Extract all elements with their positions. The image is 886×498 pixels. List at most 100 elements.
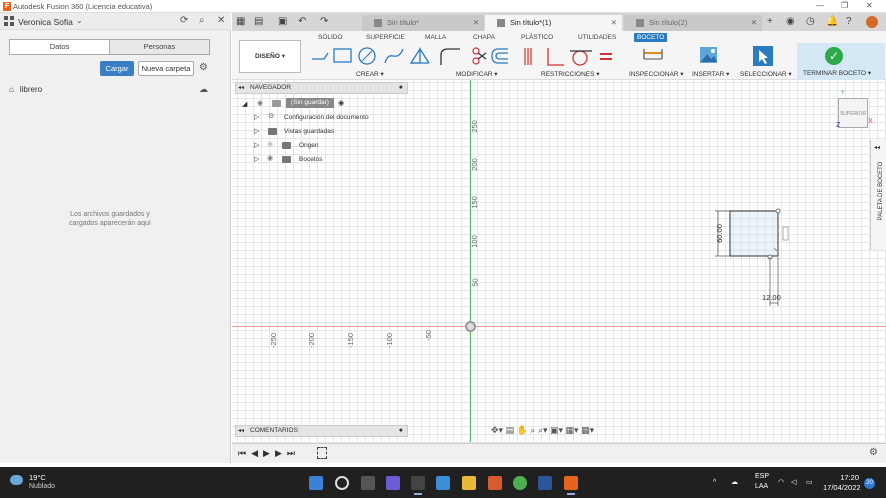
redo-icon[interactable]: ↷ bbox=[320, 16, 328, 27]
insert-image-icon[interactable] bbox=[699, 45, 719, 67]
group-create[interactable]: CREAR ▾ bbox=[356, 70, 384, 78]
widgets-icon[interactable] bbox=[436, 476, 450, 490]
tree-root[interactable]: (Sin guardar) bbox=[286, 98, 334, 108]
close-window-icon[interactable]: ✕ bbox=[866, 1, 873, 10]
group-select[interactable]: SELECCIONAR ▾ bbox=[740, 70, 792, 78]
close-tab-icon[interactable]: ✕ bbox=[751, 15, 757, 31]
language-variant[interactable]: LAA bbox=[755, 483, 768, 490]
modify-tools[interactable] bbox=[438, 45, 512, 67]
pan-icon[interactable]: ✋ bbox=[517, 425, 528, 435]
undo-icon[interactable]: ↶ bbox=[298, 16, 306, 27]
weather-desc[interactable]: Nublado bbox=[29, 483, 55, 490]
tree-expand-icon[interactable]: ▷ bbox=[254, 113, 259, 121]
fusion-taskbar-icon[interactable] bbox=[564, 476, 578, 495]
cloud-tray-icon[interactable]: ☁ bbox=[731, 478, 738, 486]
create-tools[interactable] bbox=[310, 45, 436, 67]
collapse-icon[interactable]: ◂◂ bbox=[238, 84, 244, 91]
close-panel-icon[interactable]: ✕ bbox=[217, 15, 225, 26]
upload-button[interactable]: Cargar bbox=[100, 61, 134, 76]
language-indicator[interactable]: ESP bbox=[755, 473, 769, 480]
chrome-icon[interactable] bbox=[513, 476, 527, 490]
browser-panel-header[interactable]: ◂◂ NAVEGADOR ● bbox=[235, 82, 408, 94]
ribbon-tab-boceto[interactable]: BOCETO bbox=[634, 33, 668, 42]
viewports-icon[interactable]: ▦▾ bbox=[581, 425, 594, 435]
pin-icon[interactable]: ● bbox=[399, 84, 403, 91]
origin-point[interactable] bbox=[465, 321, 476, 332]
grid-settings-icon[interactable]: ▦▾ bbox=[566, 425, 579, 435]
app-active-icon[interactable] bbox=[411, 476, 425, 495]
tree-expand-icon[interactable]: ▷ bbox=[254, 141, 259, 149]
group-insert[interactable]: INSERTAR ▾ bbox=[692, 70, 729, 78]
measure-icon[interactable] bbox=[642, 45, 664, 67]
start-icon[interactable] bbox=[309, 476, 323, 490]
task-view-icon[interactable] bbox=[361, 476, 375, 490]
search-icon[interactable]: ⌕ bbox=[199, 15, 205, 26]
finish-sketch-button[interactable]: ✓ TERMINAR BOCETO ▾ bbox=[797, 43, 885, 80]
notification-badge[interactable]: 20 bbox=[864, 478, 875, 489]
ribbon-tab-chapa[interactable]: CHAPA bbox=[473, 34, 495, 41]
tree-expand-icon[interactable]: ▷ bbox=[254, 127, 259, 135]
tree-item-origin[interactable]: Origen bbox=[299, 142, 319, 149]
group-modify[interactable]: MODIFICAR ▾ bbox=[456, 70, 498, 78]
expand-palette-icon[interactable]: ◂◂ bbox=[874, 144, 880, 151]
tree-item-doc-settings[interactable]: Configuración del documento bbox=[284, 114, 369, 121]
sketch-canvas[interactable]: 250 200 150 100 50 -250 -200 -150 -100 -… bbox=[232, 80, 886, 463]
profile-avatar[interactable] bbox=[866, 16, 878, 28]
ribbon-tab-plastico[interactable]: PLÁSTICO bbox=[521, 34, 553, 41]
ribbon-tab-solido[interactable]: SÓLIDO bbox=[318, 34, 343, 41]
gear-icon[interactable]: ⚙ bbox=[199, 62, 208, 73]
group-constraints[interactable]: RESTRICCIONES ▾ bbox=[541, 70, 600, 78]
look-at-icon[interactable]: ▤ bbox=[506, 425, 515, 435]
orbit-icon[interactable]: ✥▾ bbox=[491, 425, 503, 435]
radio-active-icon[interactable]: ◉ bbox=[338, 99, 344, 107]
collapse-icon[interactable]: ◂◂ bbox=[238, 427, 244, 434]
home-icon[interactable]: ⌂ bbox=[9, 85, 14, 94]
dimension-height[interactable]: 60.00 bbox=[715, 224, 724, 243]
cloud-icon[interactable] bbox=[10, 475, 23, 485]
battery-icon[interactable]: ▭ bbox=[806, 478, 813, 486]
zoom-icon[interactable]: ⌕▾ bbox=[538, 425, 548, 435]
timeline-gear-icon[interactable]: ⚙ bbox=[869, 447, 878, 458]
teams-icon[interactable] bbox=[386, 476, 400, 490]
eye-icon[interactable]: ◉ bbox=[267, 154, 273, 162]
tab-datos[interactable]: Datos bbox=[10, 40, 110, 54]
minimize-icon[interactable]: — bbox=[816, 1, 824, 10]
timeline-sketch-marker[interactable] bbox=[317, 447, 327, 459]
tree-item-sketches[interactable]: Bocetos bbox=[299, 156, 323, 163]
refresh-icon[interactable]: ⟳ bbox=[180, 15, 188, 26]
new-tab-icon[interactable]: + bbox=[767, 16, 773, 27]
select-icon[interactable] bbox=[752, 45, 774, 67]
help-icon[interactable]: ? bbox=[846, 16, 852, 27]
ribbon-tab-malla[interactable]: MALLA bbox=[425, 34, 446, 41]
timeline-controls[interactable]: ⏮◀▶▶⏭ bbox=[238, 448, 300, 459]
save-icon[interactable]: ▣ bbox=[278, 16, 287, 27]
extensions-icon[interactable]: ◉ bbox=[786, 16, 795, 27]
close-tab-icon[interactable]: ✕ bbox=[473, 15, 479, 31]
ribbon-tab-superficie[interactable]: SUPERFICIE bbox=[366, 34, 405, 41]
word-icon[interactable] bbox=[538, 476, 552, 490]
viewcube[interactable]: SUPERIOR bbox=[838, 98, 868, 128]
doc-tab-1[interactable]: Sin título* ✕ bbox=[362, 15, 484, 31]
sketch-palette-tab[interactable]: ◂◂ PALETA DE BOCETO bbox=[870, 140, 886, 250]
display-settings-icon[interactable]: ▣▾ bbox=[550, 425, 563, 435]
doc-tab-3[interactable]: Sin título(2) ✕ bbox=[624, 15, 762, 31]
eye-hidden-icon[interactable]: ◉ bbox=[267, 140, 273, 148]
user-name[interactable]: Veronica Sofia bbox=[18, 17, 73, 27]
grid-icon[interactable]: ▦ bbox=[236, 16, 245, 27]
chevron-down-icon[interactable]: ⌄ bbox=[76, 16, 83, 25]
file-explorer-icon[interactable] bbox=[462, 476, 476, 490]
tray-chevron-icon[interactable]: ^ bbox=[713, 479, 716, 486]
maximize-icon[interactable]: ❐ bbox=[841, 1, 848, 10]
grid-menu-icon[interactable] bbox=[4, 16, 14, 26]
eye-icon[interactable]: ◉ bbox=[257, 99, 263, 107]
search-taskbar-icon[interactable] bbox=[335, 476, 349, 490]
notifications-icon[interactable]: 🔔 bbox=[826, 16, 838, 27]
breadcrumb-folder[interactable]: librero bbox=[20, 85, 42, 94]
history-icon[interactable]: ◷ bbox=[806, 16, 815, 27]
weather-temp[interactable]: 19°C bbox=[29, 473, 46, 482]
tree-item-saved-views[interactable]: Vistas guardadas bbox=[284, 128, 334, 135]
tab-personas[interactable]: Personas bbox=[110, 40, 209, 54]
group-inspect[interactable]: INSPECCIONAR ▾ bbox=[629, 70, 684, 78]
volume-icon[interactable]: ◁ bbox=[791, 478, 796, 486]
store-icon[interactable] bbox=[488, 476, 502, 490]
